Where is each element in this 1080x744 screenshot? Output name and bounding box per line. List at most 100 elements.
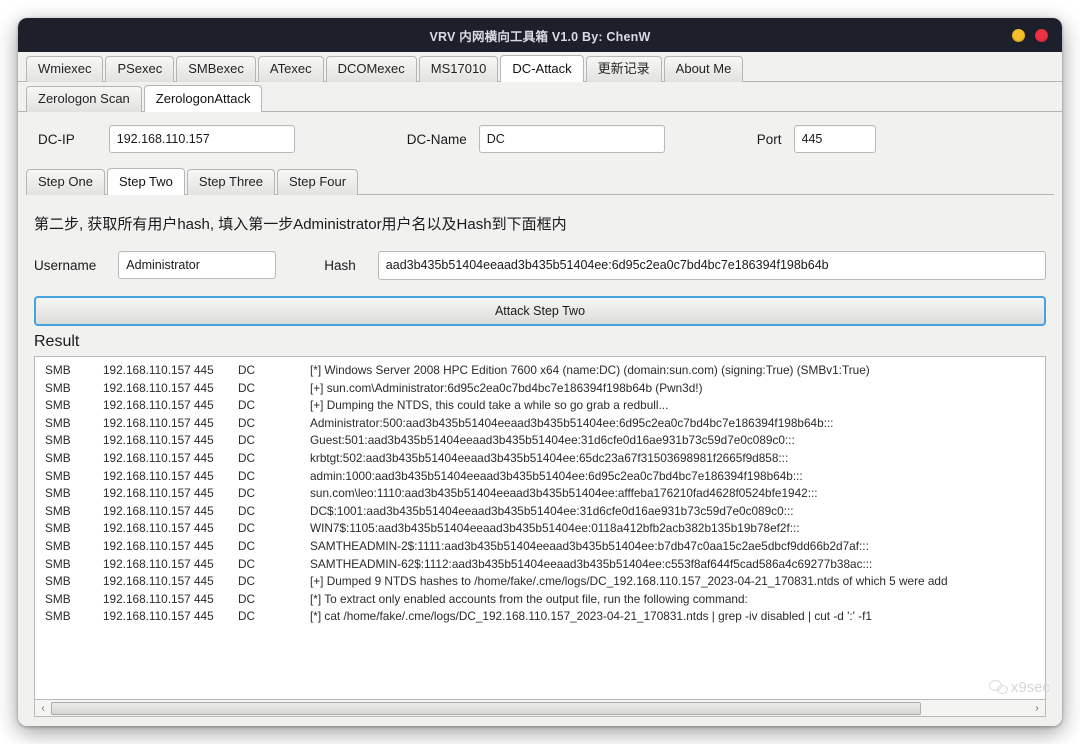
minimize-button-icon[interactable] [1012,29,1025,42]
tab-step-three[interactable]: Step Three [187,169,275,195]
log-host: 192.168.110.157 445 [103,591,238,609]
log-proto: SMB [45,608,103,626]
dcip-label: DC-IP [38,132,75,147]
tab-dcomexec[interactable]: DCOMexec [326,56,417,82]
log-row: SMB192.168.110.157 445DC[+] sun.com\Admi… [35,380,1045,398]
tab-about-me[interactable]: About Me [664,56,744,82]
log-message: SAMTHEADMIN-2$:1111:aad3b435b51404eeaad3… [310,538,1045,556]
log-message: [*] To extract only enabled accounts fro… [310,591,1045,609]
hash-label: Hash [324,258,356,273]
log-row: SMB192.168.110.157 445DCAdministrator:50… [35,415,1045,433]
port-input[interactable] [794,125,876,153]
log-proto: SMB [45,520,103,538]
log-message: [*] Windows Server 2008 HPC Edition 7600… [310,362,1045,380]
log-row: SMB192.168.110.157 445DC[*] To extract o… [35,591,1045,609]
scrollbar-track[interactable] [51,702,1029,715]
log-target: DC [238,432,310,450]
log-host: 192.168.110.157 445 [103,397,238,415]
log-target: DC [238,556,310,574]
log-message: DC$:1001:aad3b435b51404eeaad3b435b51404e… [310,503,1045,521]
log-row: SMB192.168.110.157 445DCSAMTHEADMIN-2$:1… [35,538,1045,556]
log-message: krbtgt:502:aad3b435b51404eeaad3b435b5140… [310,450,1045,468]
log-host: 192.168.110.157 445 [103,380,238,398]
log-host: 192.168.110.157 445 [103,538,238,556]
log-row: SMB192.168.110.157 445DCDC$:1001:aad3b43… [35,503,1045,521]
step-instruction-text: 第二步, 获取所有用户hash, 填入第一步Administrator用户名以及… [26,195,1054,248]
username-label: Username [34,258,96,273]
tab-step-four[interactable]: Step Four [277,169,358,195]
tab-zerologon-scan[interactable]: Zerologon Scan [26,86,142,112]
tab-zerologon-attack[interactable]: ZerologonAttack [144,85,263,112]
tab-wmiexec[interactable]: Wmiexec [26,56,103,82]
username-input[interactable] [118,251,276,279]
connection-form: DC-IP DC-Name Port [18,112,1062,166]
log-proto: SMB [45,573,103,591]
sub-tab-bar: Zerologon Scan ZerologonAttack [18,82,1062,112]
result-log-output[interactable]: SMB192.168.110.157 445DC[*] Windows Serv… [34,356,1046,700]
log-proto: SMB [45,468,103,486]
log-message: sun.com\leo:1110:aad3b435b51404eeaad3b43… [310,485,1045,503]
main-tab-bar: Wmiexec PSexec SMBexec ATexec DCOMexec M… [18,52,1062,82]
log-target: DC [238,503,310,521]
log-row: SMB192.168.110.157 445DCGuest:501:aad3b4… [35,432,1045,450]
log-row: SMB192.168.110.157 445DC[+] Dumping the … [35,397,1045,415]
log-proto: SMB [45,397,103,415]
log-proto: SMB [45,538,103,556]
window-controls [1012,18,1048,52]
dcname-label: DC-Name [407,132,467,147]
window-title: VRV 内网横向工具箱 V1.0 By: ChenW [430,26,651,45]
log-target: DC [238,450,310,468]
scroll-left-arrow-icon[interactable]: ‹ [35,703,51,714]
log-row: SMB192.168.110.157 445DC[*] Windows Serv… [35,362,1045,380]
result-label: Result [26,326,1054,356]
log-target: DC [238,520,310,538]
close-button-icon[interactable] [1035,29,1048,42]
log-host: 192.168.110.157 445 [103,450,238,468]
scroll-right-arrow-icon[interactable]: › [1029,703,1045,714]
application-window: VRV 内网横向工具箱 V1.0 By: ChenW Wmiexec PSexe… [18,18,1062,726]
log-host: 192.168.110.157 445 [103,415,238,433]
zerologon-attack-panel: Step One Step Two Step Three Step Four 第… [26,166,1054,726]
tab-psexec[interactable]: PSexec [105,56,174,82]
log-proto: SMB [45,380,103,398]
log-target: DC [238,573,310,591]
tab-smbexec[interactable]: SMBexec [176,56,256,82]
log-proto: SMB [45,362,103,380]
dcname-input[interactable] [479,125,665,153]
log-target: DC [238,415,310,433]
log-host: 192.168.110.157 445 [103,362,238,380]
tab-update-log[interactable]: 更新记录 [586,56,662,82]
tab-dc-attack[interactable]: DC-Attack [500,55,583,82]
log-message: [*] cat /home/fake/.cme/logs/DC_192.168.… [310,608,1045,626]
tab-atexec[interactable]: ATexec [258,56,324,82]
tab-step-two[interactable]: Step Two [107,168,185,195]
scrollbar-thumb[interactable] [51,702,921,715]
log-row: SMB192.168.110.157 445DCSAMTHEADMIN-62$:… [35,556,1045,574]
log-host: 192.168.110.157 445 [103,468,238,486]
log-message: SAMTHEADMIN-62$:1112:aad3b435b51404eeaad… [310,556,1045,574]
log-proto: SMB [45,450,103,468]
tab-step-one[interactable]: Step One [26,169,105,195]
log-host: 192.168.110.157 445 [103,485,238,503]
log-row: SMB192.168.110.157 445DCadmin:1000:aad3b… [35,468,1045,486]
log-message: WIN7$:1105:aad3b435b51404eeaad3b435b5140… [310,520,1045,538]
log-host: 192.168.110.157 445 [103,503,238,521]
log-message: [+] Dumped 9 NTDS hashes to /home/fake/.… [310,573,1045,591]
log-row: SMB192.168.110.157 445DC[+] Dumped 9 NTD… [35,573,1045,591]
log-horizontal-scrollbar[interactable]: ‹ › [34,700,1046,717]
log-message: Guest:501:aad3b435b51404eeaad3b435b51404… [310,432,1045,450]
log-proto: SMB [45,591,103,609]
tab-ms17010[interactable]: MS17010 [419,56,499,82]
log-row: SMB192.168.110.157 445DCWIN7$:1105:aad3b… [35,520,1045,538]
log-host: 192.168.110.157 445 [103,573,238,591]
log-proto: SMB [45,432,103,450]
attack-step-two-button[interactable]: Attack Step Two [34,296,1046,326]
log-host: 192.168.110.157 445 [103,556,238,574]
hash-input[interactable] [378,251,1046,280]
dcip-input[interactable] [109,125,295,153]
credentials-form: Username Hash [26,248,1054,282]
log-message: [+] Dumping the NTDS, this could take a … [310,397,1045,415]
log-message: admin:1000:aad3b435b51404eeaad3b435b5140… [310,468,1045,486]
log-message: [+] sun.com\Administrator:6d95c2ea0c7bd4… [310,380,1045,398]
log-host: 192.168.110.157 445 [103,432,238,450]
